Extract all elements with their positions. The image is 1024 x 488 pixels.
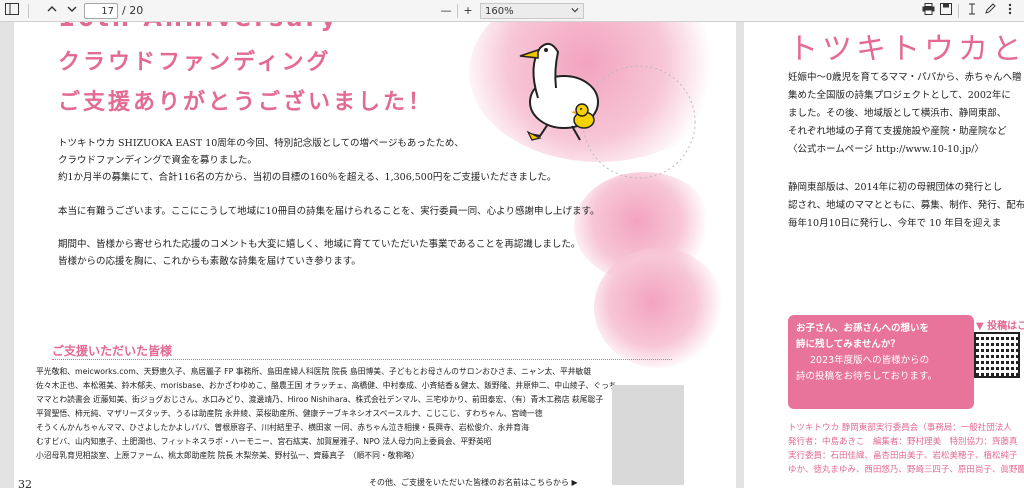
paragraph-line: クラウドファンディングで資金を募りました。 xyxy=(58,155,257,166)
supporters-list: 平光敬和、meicworks.com、天野恵久子、鳥居麗子 FP 事務所、島田産… xyxy=(36,365,626,463)
callout-line: 2023年度版への皆様からの xyxy=(810,355,930,366)
paragraph-line: 期間中、皆様から寄せられた応援のコメントも大変に嬉しく、地域に育てていただいた事… xyxy=(58,239,581,250)
heading-crowdfunding: クラウドファンディング xyxy=(58,50,332,75)
callout-line: 詩の投稿をお待ちしております。 xyxy=(796,371,937,382)
pdf-toolbar: 17 / 20 — + 160% xyxy=(0,0,1024,22)
credits-line: 発行者：中島あきこ 編集者：野村理美 特別協力：齊藤真 xyxy=(788,437,1018,447)
paragraph-line: 本当に有難うございます。ここにこうして地域に10冊目の詩集を届けられることを、実… xyxy=(58,206,600,217)
supporters-line: 佐々木正也、本松雅美、鈴木郁夫、morisbase、おかざわゆめこ、酪農王国 オ… xyxy=(36,381,617,390)
supporters-line: 平光敬和、meicworks.com、天野恵久子、鳥居麗子 FP 事務所、島田産… xyxy=(36,367,592,376)
credits-line: 実行委員：石田佳織、畠杏田由美子、岩松美穂子、植松純子 xyxy=(788,451,1018,461)
page-number-input[interactable]: 17 xyxy=(84,3,118,19)
text-select-icon[interactable] xyxy=(964,3,980,19)
heading-anniversary: 10th Anniversary xyxy=(58,22,339,32)
document-viewer[interactable]: 10th Anniversary クラウドファンディング ご支援ありがとうござい… xyxy=(0,22,1024,488)
supporters-line: むすビバ、山内知恵子、土肥潤也、フィットネスラボ・ハーモニー、宮石紘実、加賀屋雅… xyxy=(36,437,492,446)
print-icon[interactable] xyxy=(920,3,936,19)
paragraph-line: 皆様からの応援を胸に、これからも素敵な詩集を届けていき参ります。 xyxy=(58,256,361,267)
qr-placeholder xyxy=(612,385,684,485)
zoom-value: 160% xyxy=(485,6,514,17)
zoom-out-button[interactable]: — xyxy=(438,3,454,19)
section-divider xyxy=(52,359,672,360)
submission-callout: お子さん、お孫さんへの想いを 詩に残してみませんか？ 2023年度版への皆様から… xyxy=(788,315,974,409)
supporters-section-title: ご支援いただいた皆様 xyxy=(52,344,173,358)
more-options-icon[interactable] xyxy=(1002,3,1018,19)
paragraph-line: 毎年10月10日に発行し、今年で 10 年目を迎えま xyxy=(788,218,1002,229)
supporters-line: ママとわ読書会 近藤知美、街ジョグおじさん、水口みどり、渡邊靖乃、Hiroo N… xyxy=(36,395,604,404)
page-down-icon[interactable] xyxy=(64,3,80,19)
paragraph-line: 約1か月半の募集にて、合計116名の方から、当初の目標の160％を超える、1,3… xyxy=(58,172,557,183)
chevron-down-icon xyxy=(571,4,579,20)
page-up-icon[interactable] xyxy=(44,3,60,19)
duck-illustration xyxy=(519,42,599,141)
page-32: 10th Anniversary クラウドファンディング ご支援ありがとうござい… xyxy=(14,22,736,488)
supporters-line: 平賀聖悟、柿元純、マザリーズタッチ、うるは助産院 永井綾、菜桜助産所、健康テーブ… xyxy=(36,409,543,418)
save-icon[interactable] xyxy=(938,3,954,19)
heading-thanks: ご支援ありがとうございました！ xyxy=(58,90,434,115)
callout-line: お子さん、お孫さんへの想いを xyxy=(796,323,930,334)
supporters-line: そうくんかんちゃんママ、ひさよしたかよしパパ、曽根原容子、川村結里子、横田家 一… xyxy=(36,423,529,432)
page-33: トツキトウカと 妊娠中〜0歳児を育てるママ・パパから、赤ちゃんへ贈 集めた全国版… xyxy=(744,22,1024,488)
zoom-select[interactable]: 160% xyxy=(480,3,584,19)
qr-code xyxy=(974,332,1020,378)
paragraph-line: トツキトウカ SHIZUOKA EAST 10周年の今回、特別記念版としての増ペ… xyxy=(58,138,464,149)
credits-line: ゆか、徳丸まゆみ、西田悠乃、野崎三四子、原田尚子、眞野慶 xyxy=(788,465,1024,475)
callout-line: 詩に残してみませんか？ xyxy=(796,339,900,350)
pink-blob xyxy=(594,248,724,368)
paragraph-line: 集めた全国版の詩集プロジェクトとして、2002年に xyxy=(788,90,1011,101)
zoom-in-button[interactable]: + xyxy=(460,3,476,19)
pen-icon[interactable] xyxy=(982,3,998,19)
submission-label: ▼ 投稿はこ xyxy=(976,321,1024,332)
page-count-label: / 20 xyxy=(122,4,144,17)
page-number: 32 xyxy=(18,478,32,488)
paragraph-line: 静岡東部版は、2014年に初の母親団体の発行とし xyxy=(788,182,1003,193)
paragraph-line: それぞれ地域の子育て支援施設や産院・助産院など xyxy=(788,126,1007,137)
paragraph-line: 妊娠中〜0歳児を育てるママ・パパから、赤ちゃんへ贈 xyxy=(788,72,1022,83)
supporters-line: 小沼母乳育児相談室、上原ファーム、桃太郎助産院 院長 木梨奈美、野村弘一、齊藤真… xyxy=(36,451,419,460)
sidebar-toggle-icon[interactable] xyxy=(4,3,20,19)
paragraph-line: ました。その後、地域版として横浜市、静岡東部、 xyxy=(788,108,1007,119)
paragraph-line: 認され、地域のママとともに、募集、制作、発行、配布 xyxy=(788,200,1024,211)
right-page-title: トツキトウカと xyxy=(788,32,1024,67)
more-supporters-link[interactable]: その他、ご支援をいただいた皆様のお名前はこちらから ▶ xyxy=(369,477,578,488)
credits-line: トツキトウカ 静岡東部実行委員会（事務局：一般社団法人 xyxy=(788,423,1012,433)
website-line: 〈公式ホームページ http://www.10-10.jp/〉 xyxy=(788,144,984,155)
